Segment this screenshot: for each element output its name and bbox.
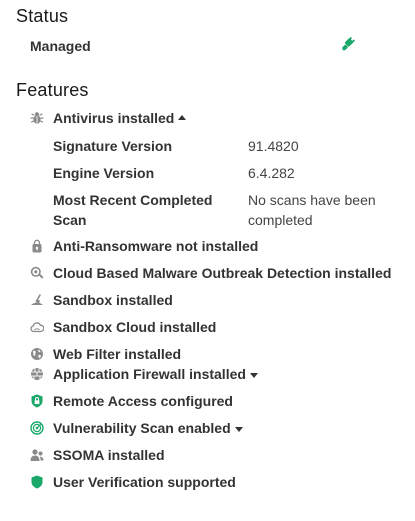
magnifier-icon — [30, 266, 44, 280]
feature-ssoma: SSOMA installed — [30, 446, 165, 464]
lock-bag-icon — [30, 239, 44, 253]
feature-vulnerability-scan: Vulnerability Scan enabled — [30, 419, 243, 437]
feature-label: Remote Access configured — [53, 393, 233, 409]
users-icon — [30, 448, 44, 462]
shield-lock-icon — [30, 394, 44, 408]
feature-user-verification: User Verification supported — [30, 473, 236, 491]
cloud-icon — [30, 320, 44, 334]
connected-plug-icon — [340, 36, 356, 52]
globe-icon — [30, 347, 44, 361]
feature-label: Antivirus installed — [53, 110, 175, 126]
detail-key: Signature Version — [53, 138, 173, 154]
firewall-globe-icon — [30, 367, 44, 381]
feature-label: Application Firewall installed — [53, 366, 246, 382]
detail-value: No scans have been completed — [248, 192, 376, 228]
collapse-caret-icon[interactable] — [178, 114, 187, 120]
status-title: Status — [16, 6, 69, 26]
features-title: Features — [16, 80, 89, 100]
detail-key: Most Recent Completed Scan — [53, 192, 213, 228]
feature-label: Web Filter installed — [53, 346, 182, 362]
feature-sandbox: Sandbox installed — [30, 291, 173, 309]
feature-label: Sandbox installed — [53, 292, 173, 308]
feature-antivirus: Antivirus installed — [30, 109, 187, 127]
feature-application-firewall: Application Firewall installed — [30, 365, 258, 383]
feature-label: Sandbox Cloud installed — [53, 319, 217, 335]
bug-icon — [30, 111, 44, 125]
detail-value: 6.4.282 — [248, 165, 295, 181]
sandbox-icon — [30, 293, 44, 307]
feature-remote-access: Remote Access configured — [30, 392, 233, 410]
detail-key: Engine Version — [53, 165, 155, 181]
feature-web-filter: Web Filter installed — [30, 345, 181, 363]
feature-label: User Verification supported — [53, 474, 236, 490]
feature-cloud-malware-detection: Cloud Based Malware Outbreak Detection i… — [30, 264, 391, 282]
feature-label: Cloud Based Malware Outbreak Detection i… — [53, 265, 392, 281]
feature-label: Vulnerability Scan enabled — [53, 420, 231, 436]
detail-value: 91.4820 — [248, 138, 299, 154]
expand-caret-icon[interactable] — [234, 426, 243, 432]
feature-label: SSOMA installed — [53, 447, 165, 463]
shield-icon — [30, 475, 44, 489]
feature-sandbox-cloud: Sandbox Cloud installed — [30, 318, 216, 336]
feature-label: Anti-Ransomware not installed — [53, 238, 259, 254]
feature-anti-ransomware: Anti-Ransomware not installed — [30, 237, 258, 255]
managed-row: Managed — [30, 36, 370, 56]
radar-icon — [30, 421, 44, 435]
expand-caret-icon[interactable] — [249, 372, 258, 378]
managed-label: Managed — [30, 38, 91, 54]
